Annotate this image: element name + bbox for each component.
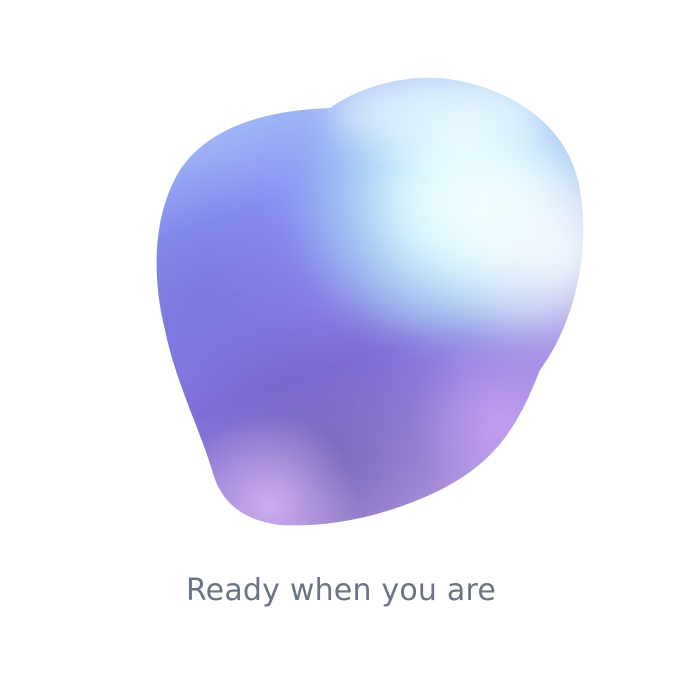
status-text: Ready when you are <box>185 573 496 608</box>
voice-orb[interactable] <box>0 0 682 560</box>
voice-screen: Ready when you are <box>0 0 682 688</box>
voice-orb-graphic <box>156 77 584 526</box>
